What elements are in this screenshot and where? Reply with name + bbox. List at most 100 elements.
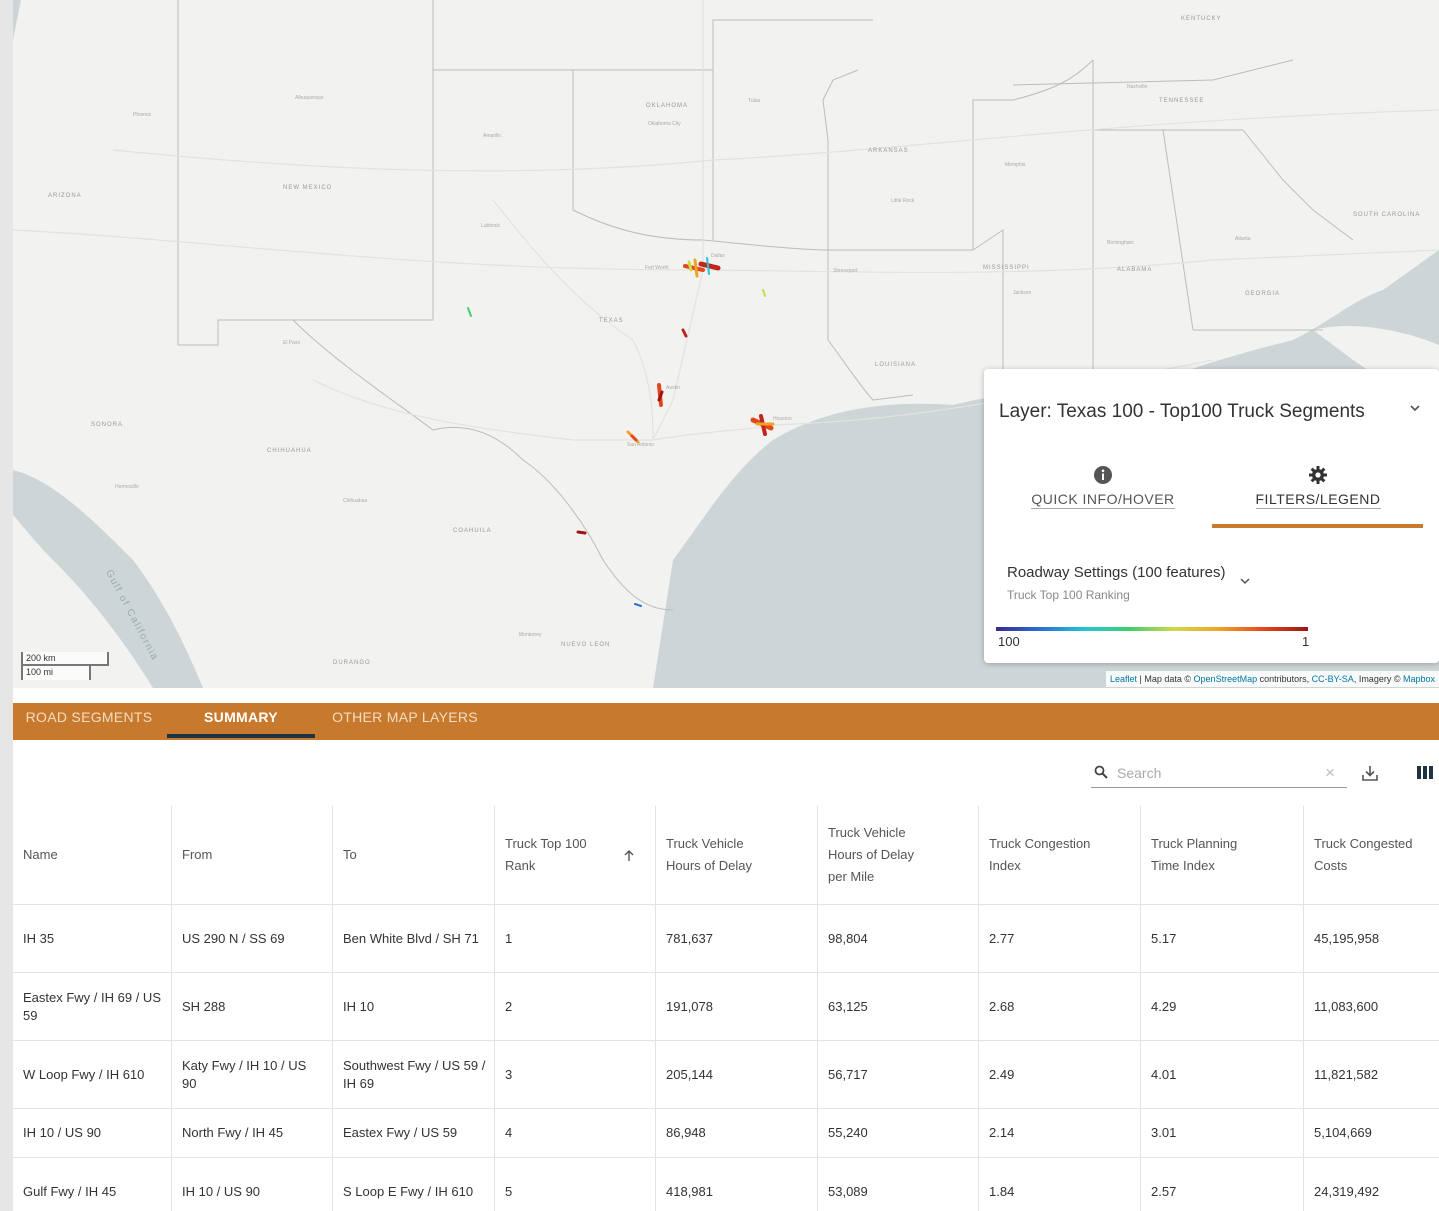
tab-filters-legend[interactable]: FILTERS/LEGEND: [1213, 465, 1423, 509]
cell-to: Ben White Blvd / SH 71: [332, 905, 494, 972]
chevron-down-icon[interactable]: [1239, 575, 1251, 587]
legend-high-value: 1: [1302, 634, 1310, 649]
table-row[interactable]: IH 35 US 290 N / SS 69 Ben White Blvd / SH…: [13, 904, 1439, 972]
osm-link[interactable]: OpenStreetMap: [1194, 674, 1258, 684]
download-icon[interactable]: [1361, 764, 1379, 782]
mapbox-link[interactable]: Mapbox: [1403, 674, 1435, 684]
cell-delay: 86,948: [655, 1109, 817, 1157]
map-city-label: San Antonio: [627, 442, 654, 448]
tab-road-segments[interactable]: ROAD SEGMENTS: [13, 703, 165, 740]
cell-delay-per-mile: 98,804: [817, 905, 978, 972]
map-state-label: TEXAS: [599, 318, 624, 324]
legend-low-value: 100: [998, 634, 1020, 649]
tab-filters-legend-label: FILTERS/LEGEND: [1255, 491, 1381, 509]
map-city-label: Nashville: [1127, 84, 1148, 90]
column-header-congestion-index[interactable]: Truck Congestion Index: [978, 806, 1140, 904]
column-header-delay-per-mile[interactable]: Truck Vehicle Hours of Delay per Mile: [817, 806, 978, 904]
map-scale: 200 km 100 mi: [21, 652, 109, 680]
map-city-label: Albuquerque: [295, 95, 324, 101]
map-state-label: ALABAMA: [1117, 267, 1153, 273]
search-input[interactable]: [1117, 763, 1307, 783]
active-tab-indicator: [167, 734, 315, 738]
cell-congestion-index: 1.84: [978, 1158, 1140, 1211]
column-header-rank-label: Truck Top 100 Rank: [505, 836, 587, 873]
map-state-label: DURANGO: [333, 660, 371, 666]
active-tab-indicator: [1212, 524, 1423, 528]
map-city-label: Dallas: [711, 253, 725, 259]
map-state-label: OKLAHOMA: [646, 103, 689, 109]
cell-planning-time-index: 4.29: [1140, 973, 1303, 1040]
cell-congested-costs: 11,083,600: [1303, 973, 1439, 1040]
map-state-label: SOUTH CAROLINA: [1353, 212, 1421, 218]
map-city-label: Monterrey: [519, 632, 542, 638]
column-header-delay[interactable]: Truck Vehicle Hours of Delay: [655, 806, 817, 904]
sort-ascending-icon[interactable]: [623, 850, 635, 862]
column-header-planning-time-index-label: Truck Planning Time Index: [1151, 836, 1238, 873]
map-city-label: Jackson: [1013, 290, 1032, 296]
chevron-down-icon[interactable]: [1409, 402, 1421, 414]
map-state-label: LOUISIANA: [875, 362, 917, 368]
cell-planning-time-index: 3.01: [1140, 1109, 1303, 1157]
column-header-to[interactable]: To: [332, 806, 494, 904]
table-row[interactable]: IH 10 / US 90 North Fwy / IH 45 Eastex Fwy…: [13, 1108, 1439, 1157]
cell-name: IH 35: [23, 930, 55, 946]
cell-congestion-index: 2.49: [978, 1041, 1140, 1108]
tab-quick-info[interactable]: QUICK INFO/HOVER: [1018, 465, 1188, 509]
map-state-label: MISSISSIPPI: [983, 265, 1030, 271]
layer-title: Layer: Texas 100 - Top100 Truck Segments: [999, 401, 1365, 422]
column-header-name[interactable]: Name: [13, 806, 171, 904]
search-icon: [1094, 765, 1108, 779]
map-city-label: Houston: [773, 416, 792, 422]
leaflet-link[interactable]: Leaflet: [1110, 674, 1137, 684]
map-city-label: Lubbock: [481, 223, 500, 229]
gear-icon: [1309, 466, 1327, 484]
cell-name: Eastex Fwy / IH 69 / US 59: [23, 989, 161, 1023]
map-state-label: TENNESSEE: [1159, 98, 1205, 104]
map-state-label: NEW MEXICO: [283, 185, 333, 191]
column-header-congested-costs[interactable]: Truck Congested Costs: [1303, 806, 1439, 904]
clear-search-icon[interactable]: ×: [1325, 763, 1335, 783]
map-city-label: Birmingham: [1107, 240, 1134, 246]
column-header-planning-time-index[interactable]: Truck Planning Time Index: [1140, 806, 1303, 904]
cell-rank: 3: [494, 1041, 655, 1108]
cell-planning-time-index: 4.01: [1140, 1041, 1303, 1108]
cell-to: S Loop E Fwy / IH 610: [332, 1158, 494, 1211]
map-city-label: Fort Worth: [645, 265, 669, 271]
cell-congested-costs: 24,319,492: [1303, 1158, 1439, 1211]
cell-congested-costs: 45,195,958: [1303, 905, 1439, 972]
column-header-congested-costs-label: Truck Congested Costs: [1314, 836, 1413, 873]
info-icon: [1094, 466, 1112, 484]
attribution-text: contributors,: [1257, 674, 1312, 684]
layer-panel: Layer: Texas 100 - Top100 Truck Segments…: [984, 369, 1439, 663]
cell-congested-costs: 11,821,582: [1303, 1041, 1439, 1108]
map-attribution: Leaflet | Map data © OpenStreetMap contr…: [1106, 671, 1439, 687]
cell-to: IH 10: [332, 973, 494, 1040]
app-window: ARIZONA NEW MEXICO OKLAHOMA ARKANSAS TEX…: [13, 0, 1439, 1211]
cell-name: Gulf Fwy / IH 45: [23, 1183, 117, 1199]
column-header-delay-label: Truck Vehicle Hours of Delay: [666, 836, 752, 873]
cell-congested-costs: 5,104,669: [1303, 1109, 1439, 1157]
cc-link[interactable]: CC-BY-SA: [1312, 674, 1354, 684]
columns-icon[interactable]: [1417, 766, 1433, 779]
map-state-label: NUEVO LEON: [561, 642, 611, 648]
tab-other-map-layers[interactable]: OTHER MAP LAYERS: [317, 703, 493, 740]
map-city-label: El Paso: [283, 340, 301, 346]
map-city-label: Phoenix: [133, 112, 152, 118]
column-header-from[interactable]: From: [171, 806, 332, 904]
attribution-text: | Map data ©: [1137, 674, 1194, 684]
cell-planning-time-index: 2.57: [1140, 1158, 1303, 1211]
roadway-settings-toggle[interactable]: Roadway Settings (100 features): [1007, 564, 1225, 581]
column-header-rank[interactable]: Truck Top 100 Rank: [494, 806, 655, 904]
table-row[interactable]: W Loop Fwy / IH 610 Katy Fwy / IH 10 / US…: [13, 1040, 1439, 1108]
table-row[interactable]: Eastex Fwy / IH 69 / US 59 SH 288 IH 10 2 19…: [13, 972, 1439, 1040]
cell-name: IH 10 / US 90: [23, 1125, 102, 1140]
map-state-label: SONORA: [91, 422, 124, 428]
map-city-label: Atlanta: [1235, 236, 1251, 242]
cell-delay-per-mile: 53,089: [817, 1158, 978, 1211]
map-view[interactable]: ARIZONA NEW MEXICO OKLAHOMA ARKANSAS TEX…: [13, 0, 1439, 688]
search-box: ×: [1091, 758, 1347, 788]
table-row[interactable]: Gulf Fwy / IH 45 IH 10 / US 90 S Loop E Fw…: [13, 1157, 1439, 1211]
legend-color-ramp: [996, 627, 1308, 631]
cell-delay: 191,078: [655, 973, 817, 1040]
cell-delay-per-mile: 55,240: [817, 1109, 978, 1157]
